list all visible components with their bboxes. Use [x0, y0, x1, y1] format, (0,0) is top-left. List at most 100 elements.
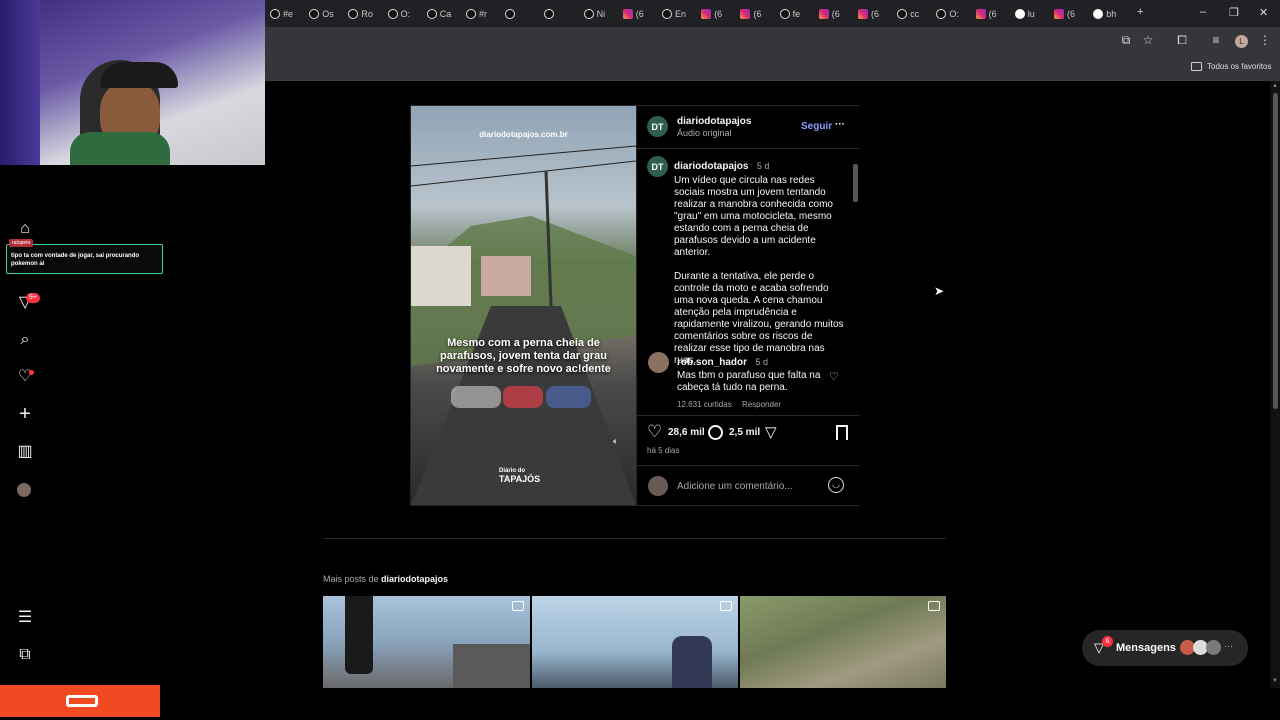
instagram-icon — [1054, 8, 1064, 19]
tab-title: En — [675, 8, 687, 19]
thumb-logo-banner — [345, 596, 373, 674]
tab-title: (6 — [635, 8, 644, 19]
author-username[interactable]: diariodotapajos — [677, 116, 751, 127]
more-post-thumbnail-2[interactable] — [532, 596, 738, 688]
bookmark-star-icon[interactable]: ☆ — [1142, 34, 1154, 46]
comment-like-icon[interactable]: ♡ — [829, 370, 839, 383]
browser-tab[interactable]: bh — [1093, 5, 1127, 22]
comment-likes[interactable]: 12.631 curtidas — [677, 400, 732, 409]
video-logo-text: TAPAJÓS — [499, 474, 541, 484]
all-bookmarks-link[interactable]: Todos os favoritos — [1207, 62, 1271, 71]
tab-title: Ro — [361, 8, 373, 19]
video-watermark: diariodotapajos.com.br — [479, 130, 568, 139]
emoji-icon[interactable]: ◡ — [828, 477, 844, 493]
browser-tab[interactable]: (6 — [1054, 5, 1088, 22]
browser-tab[interactable]: (6 — [975, 5, 1010, 22]
comment-avatar[interactable] — [648, 352, 669, 373]
save-icon[interactable] — [836, 425, 848, 440]
caption-author[interactable]: diariodotapajos — [674, 161, 748, 172]
more-post-thumbnail-1[interactable] — [323, 596, 530, 688]
section-divider — [323, 538, 946, 539]
browser-tab[interactable]: O: — [936, 5, 970, 22]
speaker-icon[interactable]: 🔈︎ — [613, 436, 618, 447]
post-video[interactable]: diariodotapajos.com.br Mesmo com a perna… — [411, 106, 636, 505]
browser-tab[interactable]: En — [662, 5, 696, 22]
create-icon[interactable]: + — [16, 404, 34, 424]
install-app-icon[interactable]: ⧉ — [1120, 34, 1132, 46]
shirt — [70, 132, 170, 165]
tiktok-icon — [426, 8, 437, 19]
taskbar — [0, 685, 1280, 720]
meta-apps-icon[interactable]: ⧉ — [16, 646, 34, 664]
more-post-thumbnail-3[interactable] — [740, 596, 946, 688]
browser-tab[interactable]: Os — [309, 5, 343, 22]
restore-icon[interactable]: ❐ — [1229, 6, 1239, 19]
tiktok-icon — [583, 8, 594, 19]
browser-tab[interactable]: (6 — [740, 5, 774, 22]
tiktok-icon — [544, 8, 555, 19]
browser-tab[interactable]: (6 — [818, 5, 853, 22]
browser-tab[interactable]: lu — [1014, 5, 1049, 22]
extensions-icon[interactable]: ⧠ — [1176, 34, 1188, 46]
browser-tab[interactable]: (6 — [701, 5, 735, 22]
browser-tab[interactable]: (6 — [858, 5, 892, 22]
browser-tab[interactable]: O: — [387, 5, 422, 22]
webcam-overlay — [0, 0, 265, 165]
more-options-icon[interactable]: ··· — [835, 119, 845, 130]
caption-author-avatar[interactable]: DT — [647, 156, 668, 177]
likes-count[interactable]: 28,6 mil — [668, 427, 705, 438]
browser-tab[interactable]: Ca — [426, 5, 461, 22]
browser-tab[interactable]: (6 — [622, 5, 657, 22]
google-icon — [1093, 8, 1104, 19]
scroll-down-icon[interactable]: ▼ — [1272, 678, 1278, 684]
messages-button[interactable]: ▽ 6 Mensagens ··· — [1082, 630, 1248, 666]
browser-tab[interactable]: #r — [466, 5, 500, 22]
insights-icon[interactable]: ▥ — [16, 443, 34, 461]
minimize-icon[interactable]: – — [1200, 6, 1206, 18]
browser-menu-icon[interactable]: ⋮ — [1259, 34, 1271, 46]
author-avatar[interactable]: DT — [647, 116, 668, 137]
scrollbar-thumb[interactable] — [1273, 93, 1278, 409]
browser-tab[interactable] — [544, 5, 578, 22]
tiktok-icon — [897, 8, 908, 19]
comments-scroll-thumb[interactable] — [853, 164, 858, 202]
tab-title: cc — [910, 8, 920, 19]
comments-count[interactable]: 2,5 mil — [729, 427, 760, 438]
caption-block: diariodotapajos 5 d Um vídeo que circula… — [674, 156, 844, 367]
tiktok-icon — [466, 8, 476, 19]
profile-avatar-nav[interactable] — [17, 483, 31, 497]
reel-icon — [928, 601, 940, 611]
tab-title: Os — [322, 8, 334, 19]
cap — [100, 62, 178, 88]
activity-dot — [29, 370, 34, 375]
browser-tab[interactable]: cc — [897, 5, 931, 22]
browser-tab[interactable]: Ro — [348, 5, 382, 22]
like-icon[interactable]: ♡ — [647, 422, 662, 442]
comment-author[interactable]: rob.son_hador — [677, 357, 747, 368]
page-scrollbar[interactable]: ▲ ▼ — [1270, 81, 1280, 688]
close-window-icon[interactable]: ✕ — [1259, 6, 1268, 19]
search-icon[interactable]: ⌕ — [16, 331, 34, 349]
browser-tab[interactable] — [505, 5, 539, 22]
new-tab-button[interactable]: + — [1137, 6, 1143, 18]
profile-avatar[interactable]: L — [1235, 35, 1248, 48]
tiktok-icon — [387, 8, 398, 19]
comments-scrollbar[interactable] — [852, 150, 859, 414]
brand-logo-icon — [66, 695, 98, 707]
menu-icon[interactable]: ☰ — [16, 609, 34, 627]
reply-button[interactable]: Responder — [742, 400, 781, 409]
home-icon[interactable]: ⌂ — [16, 220, 34, 238]
more-posts-username[interactable]: diariodotapajos — [381, 574, 448, 584]
browser-tab[interactable]: Ni — [583, 5, 618, 22]
comment-icon[interactable] — [708, 425, 723, 440]
messages-label: Mensagens — [1116, 642, 1176, 654]
media-control-icon[interactable]: ≡ — [1210, 34, 1222, 46]
follow-button[interactable]: Seguir — [801, 121, 832, 132]
browser-tab[interactable]: #e — [270, 5, 304, 22]
audio-label[interactable]: Áudio original — [677, 128, 732, 138]
browser-tab[interactable]: fe — [779, 5, 814, 22]
share-icon[interactable]: ▽ — [765, 423, 777, 441]
scroll-up-icon[interactable]: ▲ — [1272, 83, 1278, 89]
caption-age: 5 d — [756, 161, 770, 171]
add-comment-input[interactable]: Adicione um comentário... — [677, 481, 793, 492]
